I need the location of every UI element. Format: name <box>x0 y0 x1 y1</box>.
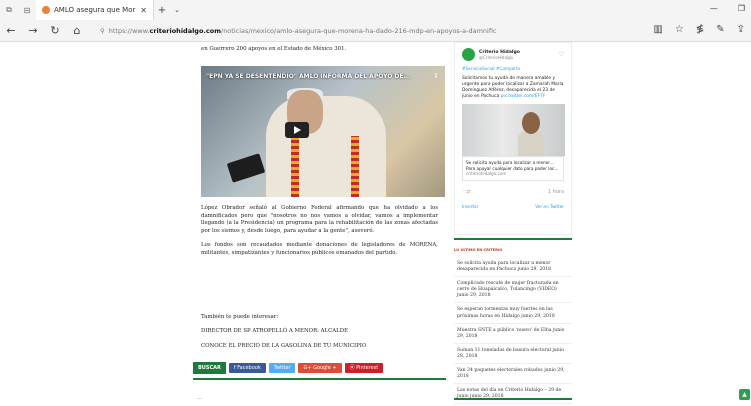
video-person-body <box>266 95 386 197</box>
tweet-image-face <box>522 112 540 134</box>
scroll-to-top-button[interactable]: ▲ <box>739 389 750 400</box>
view-on-twitter-link[interactable]: Ver en Twitter <box>535 204 564 209</box>
share-icon[interactable]: ⇪ <box>737 24 745 35</box>
tweet-actions: ♡ ⇄ 1 hora <box>462 189 564 195</box>
tweet-author: Criterio Hidalgo @CriterioHidalgo <box>479 50 520 60</box>
article-top-line: en Guerrero 200 apoyos en el Estado de M… <box>201 46 347 52</box>
window-controls: — ❐ <box>710 4 745 13</box>
tweet-text: Solicitamos tu ayuda de manera amable y … <box>462 76 564 100</box>
related-links: También te puede interesar: DIRECTOR DE … <box>193 314 446 351</box>
favorite-star-icon[interactable]: ☆ <box>675 24 684 35</box>
list-item[interactable]: Se solicita ayuda para localizar a menor… <box>454 259 572 278</box>
share-bar: BUSCAR f Facebook Twitter G+ Google + ⦿ … <box>193 361 446 374</box>
video-player[interactable]: "EPN YA SE DESENTENDIÓ" AMLO INFORMA DEL… <box>201 65 445 197</box>
tweet-image-body <box>518 131 544 156</box>
related-link-1[interactable]: DIRECTOR DE SP ATROPELLÓ A MENOR: ALCALD… <box>201 328 438 336</box>
tab-active[interactable]: AMLO asegura que Mor ✕ <box>36 0 154 20</box>
tabs-aside-icon[interactable]: ⧉ <box>0 5 18 15</box>
facebook-share-button[interactable]: f Facebook <box>228 362 266 373</box>
pinterest-share-button[interactable]: ⦿ Pinterest <box>344 362 384 373</box>
tweet-header: Criterio Hidalgo @CriterioHidalgo ♡ <box>462 48 564 61</box>
list-item[interactable]: Van 34 paquetes electorales robados juni… <box>454 366 572 385</box>
new-tab-icon[interactable]: + <box>154 5 170 16</box>
tweet-hashtags[interactable]: #ServicioSocial #Compartir <box>462 66 564 71</box>
twitter-share-button[interactable]: Twitter <box>268 362 296 373</box>
address-bar[interactable]: ⚲ https://www.criteriohidalgo.com/notici… <box>100 23 645 38</box>
tweet-author-name[interactable]: Criterio Hidalgo <box>479 50 520 55</box>
related-label: También te puede interesar: <box>201 313 279 320</box>
reading-view-icon[interactable]: ▥ <box>653 24 662 35</box>
favorites-hub-icon[interactable]: ≸ <box>696 24 704 35</box>
refresh-icon[interactable]: ↻ <box>44 24 66 37</box>
embed-link[interactable]: Insertar <box>462 204 478 209</box>
article: en Guerrero 200 apoyos en el Estado de M… <box>193 42 446 402</box>
divider <box>193 378 446 380</box>
list-item[interactable]: Complicado rescate de mujer fracturada e… <box>454 279 572 304</box>
latest-news-header: LO ÚLTIMO EN CRITERIO <box>454 248 503 252</box>
article-paragraph: Los fondos son recaudados mediante donac… <box>201 241 438 256</box>
tab-list-icon[interactable]: ⌄ <box>170 6 184 14</box>
list-item[interactable]: Muestra SNTE a público 'nuevo' de Elba j… <box>454 326 572 344</box>
video-phone <box>226 153 266 183</box>
video-title[interactable]: "EPN YA SE DESENTENDIÓ" AMLO INFORMA DEL… <box>206 73 419 80</box>
browser-toolbar: ▥ ☆ ≸ ✎ ⇪ <box>653 24 745 35</box>
tweet-footer: Insertar Ver en Twitter <box>462 204 564 209</box>
tweet-card-title: Se solicita ayuda para localizar a menor… <box>466 160 554 165</box>
close-tab-icon[interactable]: ✕ <box>140 6 147 15</box>
play-button-icon[interactable] <box>285 121 309 138</box>
google-share-button[interactable]: G+ Google + <box>298 362 342 373</box>
tweet-card-domain: criteriohidalgo.com <box>466 171 507 176</box>
tweet-embed: Criterio Hidalgo @CriterioHidalgo ♡ #Ser… <box>454 42 572 235</box>
list-item[interactable]: Suman 11 toneladas de basura electoral j… <box>454 346 572 365</box>
home-icon[interactable]: ⌂ <box>66 24 88 37</box>
divider <box>454 238 572 240</box>
tab-title: AMLO asegura que Mor <box>54 6 136 14</box>
site-favicon-icon <box>42 6 50 14</box>
twitter-bird-icon[interactable]: ♡ <box>559 51 564 58</box>
lock-icon: ⚲ <box>100 26 105 35</box>
tweet-link-card[interactable]: Se solicita ayuda para localizar a menor… <box>462 156 564 181</box>
divider <box>454 398 572 400</box>
list-item[interactable]: Se esperan tormentas muy fuertes en las … <box>454 305 572 324</box>
more-indicator: ... <box>197 394 203 401</box>
avatar[interactable] <box>462 48 475 61</box>
url-text: https://www.criteriohidalgo.com/noticias… <box>108 26 497 35</box>
tab-strip: ⧉ ⊟ AMLO asegura que Mor ✕ + ⌄ — ❐ <box>0 0 751 20</box>
tweet-image[interactable] <box>462 104 565 156</box>
forward-icon[interactable]: → <box>22 24 44 37</box>
article-paragraph: López Obrador señaló al Gobierno Federal… <box>201 204 438 235</box>
restore-icon[interactable]: ❐ <box>738 4 745 13</box>
tweet-author-handle[interactable]: @CriterioHidalgo <box>479 55 520 60</box>
web-note-icon[interactable]: ✎ <box>716 24 724 35</box>
tweet-time[interactable]: 1 hora <box>548 189 564 195</box>
sidebar: Criterio Hidalgo @CriterioHidalgo ♡ #Ser… <box>454 42 572 405</box>
search-button[interactable]: BUSCAR <box>193 361 226 374</box>
video-sash-left <box>291 135 299 197</box>
related-link-2[interactable]: CONOCE EL PRECIO DE LA GASOLINA DE TU MU… <box>201 343 438 351</box>
back-icon[interactable]: ← <box>0 24 22 37</box>
video-sash-right <box>351 135 359 197</box>
latest-news-list: Se solicita ayuda para localizar a menor… <box>454 259 572 406</box>
video-share-icon[interactable]: ⇪ <box>433 72 439 80</box>
page-content: en Guerrero 200 apoyos en el Estado de M… <box>0 42 751 405</box>
tab-preview-icon[interactable]: ⊟ <box>18 6 36 15</box>
minimize-icon[interactable]: — <box>710 4 718 13</box>
navigation-bar: ← → ↻ ⌂ ⚲ https://www.criteriohidalgo.co… <box>0 20 751 42</box>
tweet-link[interactable]: pic.twitter.com/EF7F <box>501 94 546 99</box>
